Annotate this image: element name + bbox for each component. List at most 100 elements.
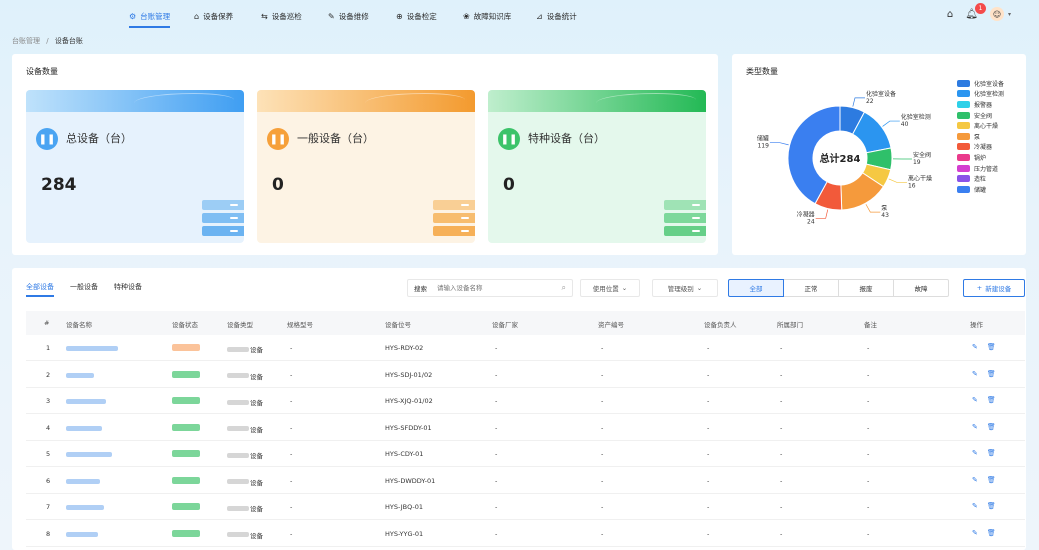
card-header <box>26 90 244 112</box>
edit-icon[interactable]: ✎ <box>972 423 978 431</box>
search-icon[interactable]: ⌕ <box>562 283 566 293</box>
nav-item-label: 设备维修 <box>338 11 369 21</box>
equipment-type: 设备 <box>227 397 263 407</box>
nav-item-calibration[interactable]: ⊕ 设备检定 <box>396 8 437 24</box>
edit-icon[interactable]: ✎ <box>972 449 978 457</box>
table-row[interactable]: 1 设备 - HYS-RDY-02 - - - - - ✎ 🗑︎ <box>26 335 1025 361</box>
legend-swatch <box>957 122 970 130</box>
level-select[interactable]: 管理级别 ⌄ <box>652 279 718 297</box>
table-row[interactable]: 5 设备 - HYS-CDY-01 - - - - - ✎ 🗑︎ <box>26 441 1025 467</box>
location-select-label: 使用位置 <box>592 285 619 293</box>
slice-label: 安全阀 <box>913 151 931 159</box>
table-row[interactable]: 2 设备 - HYS-SDJ-01/02 - - - - - ✎ 🗑︎ <box>26 362 1025 388</box>
tab-all-equipment[interactable]: 全部设备 <box>26 282 54 297</box>
legend-swatch <box>957 185 970 193</box>
avatar[interactable]: ☺ <box>989 7 1004 21</box>
status-filter-normal[interactable]: 正常 <box>783 279 839 297</box>
equipment-name-link[interactable] <box>66 531 98 539</box>
new-equipment-button[interactable]: + 新建设备 <box>963 279 1025 297</box>
status-badge <box>172 397 200 406</box>
nav-item-knowledge[interactable]: ❀ 故障知识库 <box>463 8 511 24</box>
table-row[interactable]: 3 设备 - HYS-XJQ-01/02 - - - - - ✎ 🗑︎ <box>26 388 1025 414</box>
owner: - <box>707 503 710 511</box>
delete-icon[interactable]: 🗑︎ <box>987 423 996 431</box>
device-icon: ❚❚ <box>498 128 520 150</box>
bell-icon[interactable]: 🔔︎ 1 <box>965 2 986 20</box>
owner: - <box>707 370 710 379</box>
nav-item-repair[interactable]: ✎ 设备维修 <box>328 8 369 24</box>
slice-label: 化验室检测 <box>901 113 931 121</box>
table-header: # 设备名称 设备状态 设备类型 规格型号 设备位号 设备厂家 资产编号 设备负… <box>26 311 1025 335</box>
status-badge <box>172 423 200 433</box>
equipment-name-link[interactable] <box>66 425 102 433</box>
top-right-actions: ⌂ 🔔︎ 1 ☺ ▾ <box>947 2 1011 21</box>
status-filter-scrapped[interactable]: 报废 <box>838 279 894 297</box>
legend-label: 报警器 <box>974 101 993 109</box>
legend-item[interactable]: 离心干燥 <box>957 120 1004 131</box>
chevron-down-icon[interactable]: ▾ <box>1008 11 1011 18</box>
equipment-type: 设备 <box>227 371 263 381</box>
delete-icon[interactable]: 🗑︎ <box>987 449 996 457</box>
table-row[interactable]: 6 设备 - HYS-DWDDY-01 - - - - - ✎ 🗑︎ <box>26 468 1025 494</box>
legend-item[interactable]: 化验室检测 <box>957 89 1004 100</box>
column-header: 资产编号 <box>598 321 624 329</box>
asset-number: - <box>601 370 604 379</box>
legend-item[interactable]: 锅炉 <box>957 152 1004 163</box>
status-filter-fault[interactable]: 故障 <box>893 279 949 297</box>
edit-icon[interactable]: ✎ <box>972 529 978 537</box>
row-index: 2 <box>46 370 51 379</box>
row-actions: ✎ 🗑︎ <box>972 423 996 431</box>
legend-item[interactable]: 泵 <box>957 131 1004 142</box>
legend-item[interactable]: 冷凝器 <box>957 142 1004 153</box>
tab-special-equipment[interactable]: 特种设备 <box>114 282 142 297</box>
vendor: - <box>495 344 498 352</box>
table-row[interactable]: 7 设备 - HYS-JBQ-01 - - - - - ✎ 🗑︎ <box>26 494 1025 520</box>
stats-panel: 设备数量 ❚❚ 总设备（台） 284 ❚❚ 一般设备（台） 0 ❚❚ 特种设备（… <box>12 54 718 255</box>
equipment-tag: HYS-XJQ-01/02 <box>385 397 433 405</box>
delete-icon[interactable]: 🗑︎ <box>987 343 996 351</box>
row-actions: ✎ 🗑︎ <box>972 396 996 404</box>
nav-item-inspection[interactable]: ⇆ 设备巡检 <box>261 8 302 24</box>
edit-icon[interactable]: ✎ <box>972 502 978 510</box>
home-icon[interactable]: ⌂ <box>947 9 953 20</box>
equipment-type: 设备 <box>227 530 263 540</box>
new-equipment-label: 新建设备 <box>985 285 1012 293</box>
legend-label: 安全阀 <box>974 112 993 120</box>
table-row[interactable]: 4 设备 - HYS-SFDDY-01 - - - - - ✎ 🗑︎ <box>26 415 1025 441</box>
equipment-name-link[interactable] <box>66 372 94 380</box>
equipment-name-link[interactable] <box>66 398 106 406</box>
owner: - <box>707 450 710 458</box>
edit-icon[interactable]: ✎ <box>972 343 978 351</box>
breadcrumb-parent[interactable]: 台账管理 <box>12 37 40 45</box>
tab-general-equipment[interactable]: 一般设备 <box>70 282 98 297</box>
slice-value: 16 <box>908 182 916 189</box>
legend-item[interactable]: 压力管道 <box>957 163 1004 174</box>
location-select[interactable]: 使用位置 ⌄ <box>580 279 640 297</box>
slice-value: 119 <box>757 143 769 150</box>
legend-item[interactable]: 储罐 <box>957 184 1004 195</box>
equipment-name-link[interactable] <box>66 451 112 459</box>
card-header <box>488 90 706 112</box>
delete-icon[interactable]: 🗑︎ <box>987 370 996 378</box>
equipment-name-link[interactable] <box>66 345 118 353</box>
nav-item-maintenance[interactable]: ⌂ 设备保养 <box>194 8 233 24</box>
status-filter-all[interactable]: 全部 <box>728 279 784 297</box>
legend-item[interactable]: 造粒 <box>957 173 1004 184</box>
search-input[interactable] <box>437 284 562 292</box>
delete-icon[interactable]: 🗑︎ <box>987 396 996 404</box>
delete-icon[interactable]: 🗑︎ <box>987 476 996 484</box>
edit-icon[interactable]: ✎ <box>972 396 978 404</box>
delete-icon[interactable]: 🗑︎ <box>987 529 996 537</box>
legend-item[interactable]: 化验室设备 <box>957 78 1004 89</box>
equipment-name-link[interactable] <box>66 504 104 512</box>
equipment-name-link[interactable] <box>66 478 100 486</box>
slice-label: 离心干燥 <box>908 174 932 182</box>
table-row[interactable]: 8 设备 - HYS-YYG-01 - - - - - ✎ 🗑︎ <box>26 521 1025 547</box>
edit-icon[interactable]: ✎ <box>972 476 978 484</box>
edit-icon[interactable]: ✎ <box>972 370 978 378</box>
legend-item[interactable]: 报警器 <box>957 99 1004 110</box>
legend-item[interactable]: 安全阀 <box>957 110 1004 121</box>
nav-item-statistics[interactable]: ⊿ 设备统计 <box>536 8 577 24</box>
nav-item-ledger[interactable]: ⚙ 台账管理 <box>129 8 171 28</box>
delete-icon[interactable]: 🗑︎ <box>987 502 996 510</box>
